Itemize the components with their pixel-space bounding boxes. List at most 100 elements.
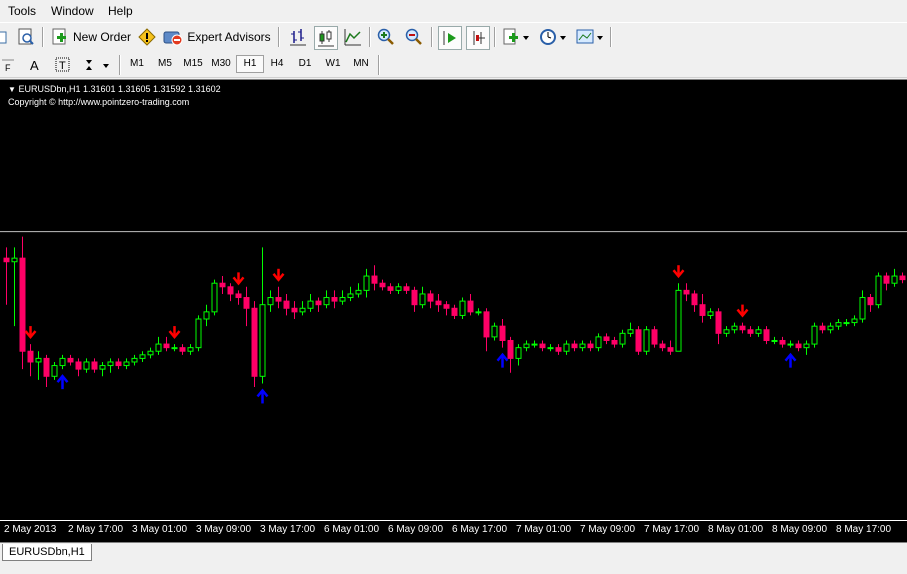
timeframe-m5-button[interactable]: M5 bbox=[152, 55, 178, 73]
candle bbox=[163, 336, 170, 352]
menu-tools[interactable]: Tools bbox=[8, 4, 36, 18]
candle-body bbox=[851, 318, 858, 324]
menu-help[interactable]: Help bbox=[108, 4, 133, 18]
menu-window[interactable]: Window bbox=[51, 4, 94, 18]
candle-body bbox=[11, 257, 18, 263]
chart-tabs: EURUSDbn,H1 bbox=[0, 542, 907, 574]
candle bbox=[35, 351, 42, 380]
timeframe-w1-button[interactable]: W1 bbox=[320, 55, 346, 73]
candle-body bbox=[347, 293, 354, 299]
candle-body bbox=[755, 329, 762, 334]
candle-body bbox=[651, 329, 658, 345]
x-axis-label: 6 May 09:00 bbox=[388, 524, 444, 535]
candle bbox=[211, 279, 218, 316]
new-order-button[interactable]: New Order bbox=[50, 26, 132, 48]
candle-body bbox=[259, 304, 266, 377]
candle-body bbox=[731, 325, 738, 331]
candle bbox=[859, 290, 866, 323]
line-chart-button[interactable] bbox=[342, 26, 364, 48]
candle-body bbox=[779, 339, 786, 345]
timeframe-mn-button[interactable]: MN bbox=[348, 55, 374, 73]
text-label-button[interactable]: T bbox=[53, 54, 73, 76]
timeframe-d1-button[interactable]: D1 bbox=[292, 55, 318, 73]
x-axis-label: 3 May 17:00 bbox=[260, 524, 316, 535]
bar-chart-button[interactable] bbox=[287, 26, 309, 48]
candle bbox=[787, 340, 794, 348]
candle bbox=[723, 326, 730, 337]
expert-advisors-button[interactable]: Expert Advisors bbox=[163, 26, 271, 48]
candle-body bbox=[803, 343, 810, 349]
arrows-tool-button[interactable] bbox=[82, 54, 112, 76]
text-tool-icon: A bbox=[30, 58, 39, 73]
candle bbox=[259, 247, 266, 384]
x-axis-label: 3 May 01:00 bbox=[132, 524, 188, 535]
candlestick-button[interactable] bbox=[314, 26, 338, 50]
zoom-out-button[interactable] bbox=[403, 26, 425, 48]
candle-body bbox=[883, 275, 890, 284]
candle-body bbox=[619, 332, 626, 345]
periods-button[interactable] bbox=[537, 26, 569, 48]
candle-body bbox=[107, 361, 114, 367]
auto-scroll-button[interactable] bbox=[438, 26, 462, 50]
chart-shift-icon bbox=[473, 31, 485, 45]
tab-eurusdbn-h1[interactable]: EURUSDbn,H1 bbox=[2, 544, 92, 561]
candle bbox=[107, 358, 114, 373]
candle bbox=[635, 326, 642, 355]
candle bbox=[235, 290, 242, 305]
candle bbox=[347, 286, 354, 302]
candle-body bbox=[227, 286, 234, 295]
timeframe-h1-button[interactable]: H1 bbox=[236, 55, 264, 73]
candle-body bbox=[819, 325, 826, 331]
timeframe-m30-button[interactable]: M30 bbox=[208, 55, 234, 73]
price-chart[interactable] bbox=[0, 80, 907, 520]
candle-body bbox=[515, 347, 522, 359]
collapse-triangle-icon[interactable]: ▼ bbox=[8, 85, 16, 94]
profiles-button[interactable] bbox=[0, 26, 10, 48]
text-tool-button[interactable]: A bbox=[25, 54, 45, 76]
timeframe-h4-button[interactable]: H4 bbox=[264, 55, 290, 73]
candle-body bbox=[507, 339, 514, 359]
candle bbox=[811, 322, 818, 348]
candle bbox=[691, 290, 698, 312]
candle-body bbox=[795, 343, 802, 349]
indicators-button[interactable] bbox=[500, 26, 532, 48]
candle bbox=[27, 344, 34, 377]
print-preview-button[interactable] bbox=[15, 26, 37, 48]
svg-text:T: T bbox=[59, 60, 66, 72]
candle bbox=[99, 361, 106, 377]
timeframe-m1-button[interactable]: M1 bbox=[124, 55, 150, 73]
candle bbox=[771, 336, 778, 345]
fibonacci-fan-button[interactable]: F bbox=[0, 54, 16, 76]
bar-chart-icon bbox=[290, 29, 306, 46]
candle bbox=[779, 336, 786, 348]
down-arrow bbox=[736, 304, 749, 318]
candle-body bbox=[683, 289, 690, 295]
candle-body bbox=[35, 357, 42, 363]
chart-window[interactable]: ▼ EURUSDbn,H1 1.31601 1.31605 1.31592 1.… bbox=[0, 79, 907, 543]
zoom-in-button[interactable] bbox=[375, 26, 397, 48]
metaeditor-button[interactable] bbox=[136, 26, 158, 48]
candle-body bbox=[363, 275, 370, 291]
candle-body bbox=[635, 329, 642, 352]
timeframe-m15-button[interactable]: M15 bbox=[180, 55, 206, 73]
candle-body bbox=[859, 297, 866, 320]
templates-button[interactable] bbox=[574, 26, 606, 48]
svg-text:A: A bbox=[30, 58, 39, 73]
candle bbox=[619, 329, 626, 348]
candle-body bbox=[195, 318, 202, 349]
print-preview-icon bbox=[18, 28, 34, 45]
candle bbox=[51, 361, 58, 380]
up-arrow bbox=[256, 388, 269, 404]
candle-body bbox=[691, 293, 698, 306]
candle-body bbox=[387, 286, 394, 291]
candle-body bbox=[419, 293, 426, 306]
text-label-icon: T bbox=[55, 57, 70, 72]
x-axis-label: 6 May 17:00 bbox=[452, 524, 508, 535]
candle bbox=[139, 351, 146, 362]
candle bbox=[179, 344, 186, 355]
candle bbox=[883, 272, 890, 291]
candle bbox=[739, 322, 746, 334]
candle bbox=[227, 283, 234, 302]
candle bbox=[627, 322, 634, 337]
chart-shift-button[interactable] bbox=[466, 26, 490, 50]
